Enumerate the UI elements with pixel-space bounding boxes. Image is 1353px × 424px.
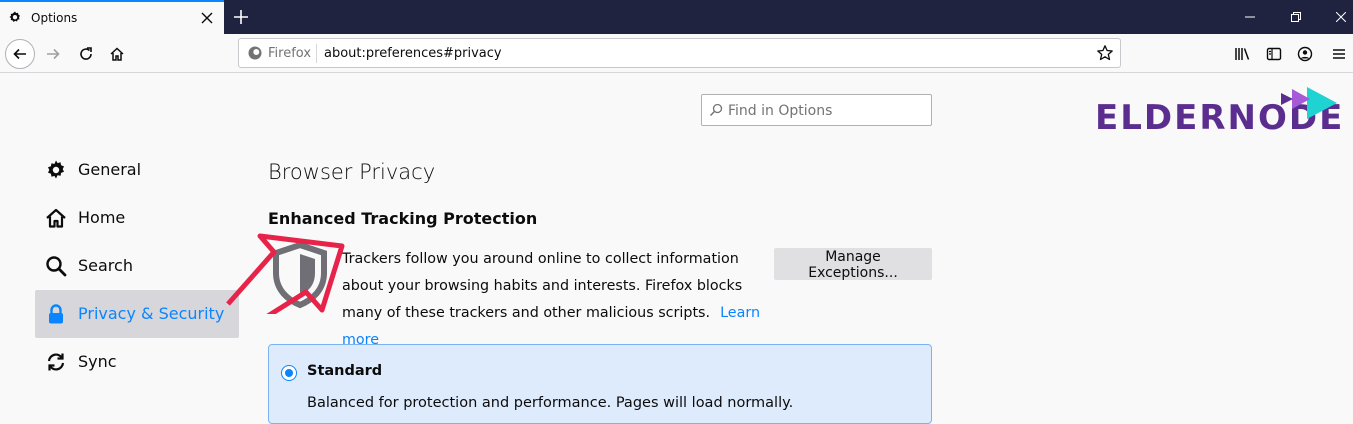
sidebar-toggle-button[interactable] [1259, 39, 1289, 69]
logo-graphic: ELDERNODE [1095, 87, 1344, 138]
sidebar-item-label: General [78, 160, 142, 179]
close-icon[interactable] [200, 11, 214, 25]
forward-button[interactable] [38, 39, 68, 69]
sidebar-item-label: Home [78, 208, 126, 227]
firefox-icon [248, 46, 262, 60]
home-button[interactable] [102, 39, 132, 69]
lock-icon [49, 304, 63, 324]
sidebar-item-label: Privacy & Security [78, 304, 225, 323]
svg-text:ELDERNODE: ELDERNODE [1095, 98, 1344, 135]
navigation-toolbar: Firefox about:preferences#privacy [0, 34, 1353, 73]
account-button[interactable] [1290, 39, 1320, 69]
restore-button[interactable] [1273, 0, 1319, 34]
etp-description: Trackers follow you around online to col… [342, 246, 767, 354]
close-window-icon [1336, 12, 1346, 22]
home-icon [46, 208, 66, 228]
find-placeholder: Find in Options [728, 103, 833, 119]
etp-description-text: Trackers follow you around online to col… [342, 251, 743, 321]
search-icon [709, 103, 723, 117]
sidebar-item-search[interactable]: Search [35, 242, 239, 290]
reload-button[interactable] [71, 39, 101, 69]
sync-icon [47, 353, 65, 371]
manage-exceptions-button[interactable]: Manage Exceptions... [774, 248, 932, 281]
sidebar-item-sync[interactable]: Sync [35, 338, 239, 386]
sidebar-item-privacy-security[interactable]: Privacy & Security [35, 290, 239, 338]
sidebar-item-label: Search [78, 256, 133, 275]
tab-strip: Options [0, 0, 1353, 34]
bookmark-star-icon[interactable] [1096, 44, 1114, 62]
standard-radio[interactable] [281, 365, 297, 381]
url-text[interactable]: about:preferences#privacy [324, 46, 502, 61]
gear-icon [9, 11, 20, 22]
etp-heading: Enhanced Tracking Protection [268, 209, 538, 228]
back-arrow-icon [13, 48, 26, 60]
url-separator [316, 44, 317, 63]
sidebar-item-general[interactable]: General [35, 146, 239, 194]
find-in-options-input[interactable]: Find in Options [701, 94, 932, 126]
close-window-button[interactable] [1318, 0, 1353, 34]
shield-icon [273, 241, 327, 309]
home-icon [110, 47, 124, 61]
search-icon [46, 256, 67, 277]
url-bar[interactable]: Firefox about:preferences#privacy [238, 38, 1121, 68]
tab-title: Options [31, 11, 78, 25]
minimize-button[interactable] [1227, 0, 1273, 34]
section-title: Browser Privacy [268, 160, 436, 184]
library-button[interactable] [1228, 39, 1258, 69]
standard-option-card[interactable]: Standard Balanced for protection and per… [268, 344, 932, 424]
forward-arrow-icon [47, 48, 60, 60]
identity-label: Firefox [268, 46, 312, 61]
eldernode-logo: ELDERNODE [1095, 85, 1345, 138]
gear-icon [48, 160, 64, 179]
sidebar-item-home[interactable]: Home [35, 194, 239, 242]
tab-options[interactable]: Options [0, 0, 224, 34]
sidebar-icon [1266, 47, 1282, 61]
restore-icon [1291, 12, 1301, 22]
hamburger-menu-icon [1333, 49, 1345, 59]
sidebar-item-label: Sync [78, 352, 117, 371]
minimize-icon [1245, 16, 1255, 18]
back-button[interactable] [5, 39, 35, 69]
reload-icon [80, 47, 92, 60]
account-icon [1297, 46, 1313, 62]
standard-title: Standard [307, 363, 383, 379]
library-icon [1235, 48, 1250, 60]
menu-button[interactable] [1324, 39, 1353, 69]
new-tab-icon[interactable] [232, 8, 250, 26]
